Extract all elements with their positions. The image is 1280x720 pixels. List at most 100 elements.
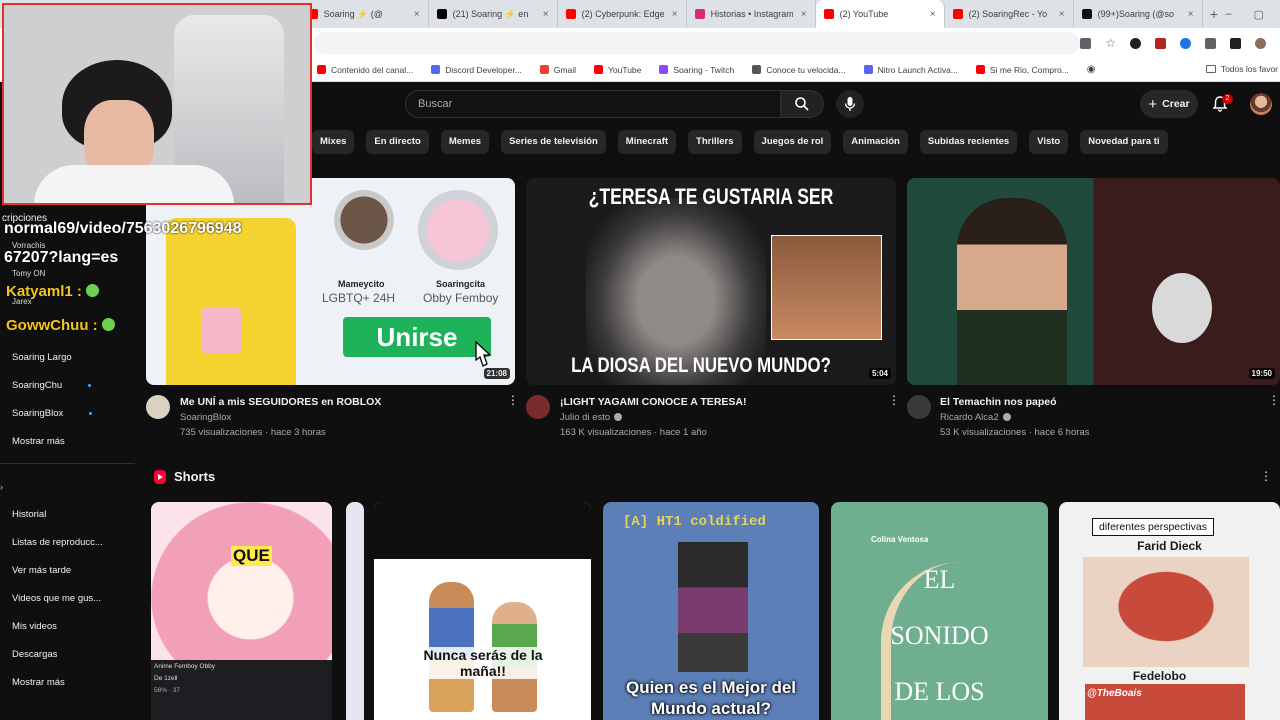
close-tab-icon[interactable]: × xyxy=(930,9,936,20)
filter-chip[interactable]: Visto xyxy=(1029,130,1069,154)
new-tab-button[interactable]: + xyxy=(1203,6,1226,22)
puzzle-icon[interactable] xyxy=(1205,37,1216,49)
all-bookmarks-label: Todos los favor xyxy=(1220,64,1278,74)
account-avatar[interactable] xyxy=(1250,93,1272,115)
channel-avatar[interactable] xyxy=(146,395,170,419)
close-tab-icon[interactable]: × xyxy=(1059,9,1065,20)
shorts-more-icon[interactable]: ⋮ xyxy=(1260,470,1272,482)
filter-chip[interactable]: Thrillers xyxy=(688,130,742,154)
sidebar-item[interactable]: Historial xyxy=(12,509,46,520)
bookmark-item[interactable]: Discord Developer... xyxy=(431,65,522,75)
sidebar-item-label: Soaring Largo xyxy=(12,352,72,363)
chevron-right-icon[interactable]: › xyxy=(0,482,3,492)
folder-icon xyxy=(1205,65,1216,73)
catgirl-avatar xyxy=(418,190,498,270)
bookmark-item[interactable]: Contenido del canal... xyxy=(317,65,413,75)
show-more-channels-button[interactable]: Mostrar más xyxy=(12,436,65,447)
video-title[interactable]: Me UNÍ a mis SEGUIDORES en ROBLOX xyxy=(180,396,381,408)
bookmark-label: Contenido del canal... xyxy=(331,64,414,75)
install-icon[interactable] xyxy=(1080,37,1092,49)
close-tab-icon[interactable]: × xyxy=(543,9,549,20)
all-bookmarks[interactable]: Todos los favor xyxy=(1205,64,1278,74)
filter-chip[interactable]: Mixes xyxy=(312,130,355,154)
video-title[interactable]: ¡LIGHT YAGAMI CONOCE A TERESA! xyxy=(560,396,746,408)
more-options-icon[interactable]: ⋮ xyxy=(888,394,900,406)
filter-chip[interactable]: En directo xyxy=(366,130,429,154)
search-button[interactable] xyxy=(780,90,824,118)
sidebar-channel-item[interactable]: SoaringChu xyxy=(12,380,92,391)
bookmark-item[interactable]: Soaring - Twitch xyxy=(659,65,734,75)
chat-emote-icon xyxy=(86,284,100,297)
short-peek[interactable] xyxy=(346,502,364,720)
sidebar-item[interactable]: Descargas xyxy=(12,649,57,660)
filter-chip[interactable]: Novedad para ti xyxy=(1080,130,1168,154)
omnibox[interactable] xyxy=(314,32,1081,54)
chat-message: GowwChuu : xyxy=(6,317,115,334)
tab-favicon-icon xyxy=(952,9,963,19)
extension-a-icon[interactable] xyxy=(1130,37,1141,49)
thumb-name-left: Mameycito xyxy=(338,279,385,289)
bookmark-item[interactable]: Nitro Launch Activa... xyxy=(863,65,958,75)
sidebar-item[interactable]: Mis videos xyxy=(12,621,57,632)
extension-c-icon[interactable] xyxy=(1180,37,1191,49)
show-more-you-button[interactable]: Mostrar más xyxy=(12,677,65,688)
minimize-icon[interactable]: – xyxy=(1225,8,1231,21)
browser-tab[interactable]: (2) SoaringRec - Yo × xyxy=(945,0,1074,28)
filter-chip[interactable]: Juegos de rol xyxy=(753,130,832,154)
short-item[interactable]: Nunca serás de la maña!! xyxy=(374,502,591,720)
video-thumbnail-1[interactable]: Mameycito LGBTQ+ 24H Soaringcita Obby Fe… xyxy=(146,178,515,385)
sidebar-channel-item[interactable]: SoaringBlox xyxy=(12,408,93,419)
anime-character xyxy=(151,502,332,662)
filter-chip[interactable]: Subidas recientes xyxy=(919,130,1018,154)
video-channel[interactable]: SoaringBlox xyxy=(180,412,231,423)
browser-tab[interactable]: Historias • Instagram × xyxy=(687,0,816,28)
bookmark-item[interactable]: Conoce tu velocida... xyxy=(752,65,846,75)
more-options-icon[interactable]: ⋮ xyxy=(507,394,519,406)
bookmark-item[interactable]: YouTube xyxy=(593,64,642,75)
more-options-icon[interactable]: ⋮ xyxy=(1268,394,1280,406)
close-tab-icon[interactable]: × xyxy=(414,9,420,20)
browser-tab[interactable]: Soaring ⚡ (@ × xyxy=(300,0,429,28)
browser-tab[interactable]: (2) Cyberpunk: Edge × xyxy=(558,0,687,28)
extension-b-icon[interactable] xyxy=(1155,37,1166,49)
browser-tab[interactable]: (2) YouTube × xyxy=(815,0,945,28)
sidebar-channel-item[interactable]: Soaring Largo xyxy=(12,352,72,363)
short-item[interactable]: diferentes perspectivas Farid Dieck Fede… xyxy=(1059,502,1280,720)
video-title[interactable]: El Temachin nos papeó xyxy=(940,396,1057,408)
video-thumbnail-2[interactable]: ¿TERESA TE GUSTARIA SER LA DIOSA DEL NUE… xyxy=(526,178,896,385)
sidebar-item[interactable]: Listas de reproducc... xyxy=(12,537,103,548)
create-button[interactable]: + Crear xyxy=(1140,90,1198,118)
browser-tab[interactable]: (21) Soaring ⚡ en × xyxy=(429,0,558,28)
filter-chip[interactable]: Series de televisión xyxy=(501,130,606,154)
channel-avatar[interactable] xyxy=(526,395,550,419)
search-input[interactable]: Buscar xyxy=(405,90,781,118)
extension-d-icon[interactable] xyxy=(1230,37,1241,49)
video-channel[interactable]: Julio di esto xyxy=(560,412,623,423)
voice-search-button[interactable] xyxy=(836,90,864,118)
channel-avatar[interactable] xyxy=(907,395,931,419)
short-overlay: Nunca serás de la maña!! xyxy=(404,647,562,679)
search-icon xyxy=(795,97,809,111)
star-icon[interactable]: ☆ xyxy=(1105,36,1116,50)
restore-icon[interactable]: ▢ xyxy=(1254,8,1264,21)
thumb-sub-right: Obby Femboy xyxy=(423,291,499,305)
short-item[interactable]: QUE Anime Femboy Obby De 1zell 58% · 37 xyxy=(151,502,332,720)
bookmark-item[interactable]: Gmail xyxy=(539,65,576,75)
globe-icon[interactable]: ◉ xyxy=(1087,64,1096,75)
close-tab-icon[interactable]: × xyxy=(1188,9,1194,20)
bookmark-item[interactable]: Si me Rio, Compro... xyxy=(975,65,1069,75)
short-item[interactable]: Colina Ventosa EL SONIDO DE LOS xyxy=(831,502,1048,720)
sidebar-item[interactable]: Videos que me gus... xyxy=(12,593,101,604)
filter-chip[interactable]: Memes xyxy=(440,130,490,154)
bookmark-label: YouTube xyxy=(607,64,642,75)
sidebar-item[interactable]: Ver más tarde xyxy=(12,565,71,576)
video-thumbnail-3[interactable]: 19:50 xyxy=(907,178,1280,385)
close-tab-icon[interactable]: × xyxy=(672,9,678,20)
filter-chip[interactable]: Minecraft xyxy=(617,130,677,154)
close-tab-icon[interactable]: × xyxy=(801,9,807,20)
short-item[interactable]: [A] HT1 coldified Quien es el Mejor del … xyxy=(603,502,819,720)
filter-chip[interactable]: Animación xyxy=(843,130,908,154)
browser-tab[interactable]: (99+)Soaring (@so × xyxy=(1074,0,1203,28)
profile-icon[interactable] xyxy=(1255,37,1266,49)
video-channel[interactable]: Ricardo Alca2 xyxy=(940,412,1011,423)
